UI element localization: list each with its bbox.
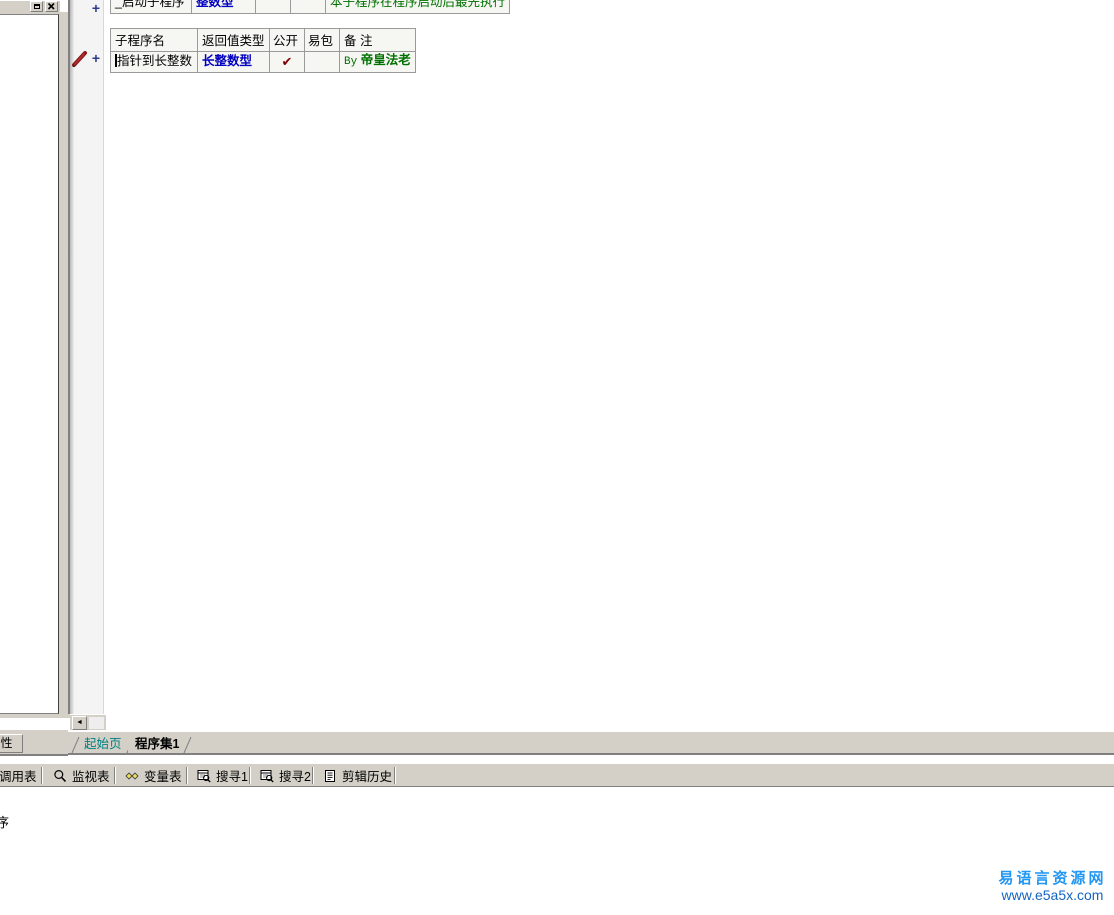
editor-gutter-shadow [70,0,74,714]
cell-sub-name[interactable]: 指针到长整数 [110,51,198,73]
cell-sub-package[interactable] [304,51,340,73]
tab-start-page-label: 起始页 [84,737,122,751]
remark-by-prefix: By [344,56,358,68]
watermark: 易语言资源网 www.e5a5x.com [995,869,1110,904]
tool-separator [186,767,188,784]
tool-tab-clip-history-label: 剪辑历史 [342,770,393,784]
tab-program-set-1-label: 程序集1 [135,737,180,751]
tool-tab-search-1[interactable]: 搜寻1 [190,765,255,786]
cell-startup-remark[interactable]: 本子程序在程序启动后最先执行 [324,0,511,14]
expand-marker-startup[interactable]: + [90,1,102,15]
tool-separator [41,767,43,784]
tool-separator [312,767,314,784]
cell-sub-public[interactable]: ✔ [269,51,305,73]
tool-separator [249,767,251,784]
cell-startup-type[interactable]: 整数型 [191,0,256,14]
tool-tab-variable-table[interactable]: 变量表 [118,765,189,786]
cell-sub-remark[interactable]: By 帝皇法老 [339,51,416,73]
tool-tab-clip-history[interactable]: 剪辑历史 [316,765,399,786]
remark-author: 帝皇法老 [360,53,411,67]
header-return-type: 返回值类型 [197,28,270,52]
clipboard-icon [325,769,335,782]
watermark-site-name: 易语言资源网 [998,869,1107,887]
tab-properties[interactable]: 属性 [0,734,23,753]
expand-marker-sub[interactable]: + [90,51,102,65]
find-window-icon [197,769,211,782]
tab-left-slash-icon [71,736,80,754]
editor-gutter[interactable] [70,0,104,714]
diamonds-icon [125,771,139,780]
scroll-track[interactable] [88,716,105,730]
cell-startup-name[interactable]: _启动子程序 [110,0,192,14]
tab-program-set-1[interactable]: 程序集1 [128,735,192,754]
cell-startup-public[interactable] [255,0,291,14]
editor-bottom-filler [106,714,1114,730]
tool-tab-variable-table-label: 变量表 [144,770,182,784]
maximize-icon [33,3,40,9]
tool-tab-call-table[interactable]: 调用表 [0,765,44,786]
output-pane[interactable] [0,789,1114,915]
tool-tab-search-2[interactable]: 搜寻2 [253,765,318,786]
output-line: 序 [0,815,10,830]
close-button[interactable] [45,1,58,12]
tool-tab-search-2-label: 搜寻2 [279,770,311,784]
magnifier-icon [54,769,67,782]
document-tab-bar-underline [68,753,1114,755]
tool-separator [394,767,396,784]
header-public: 公开 [269,28,305,52]
property-tab-strip-edge [0,754,68,756]
header-package: 易包 [304,28,340,52]
code-editor-surface[interactable] [68,0,1114,714]
header-remark: 备 注 [339,28,416,52]
left-panel-window [0,0,60,730]
tab-right-slash-icon [183,736,192,754]
debug-tool-tab-strip[interactable]: 调用表 监视表 变量表 搜寻1 搜寻2 剪辑历史 [0,763,1114,787]
cell-sub-return-type[interactable]: 长整数型 [197,51,270,73]
tool-tab-watch-table-label: 监视表 [72,770,110,784]
subprogram-table[interactable]: 子程序名 返回值类型 公开 易包 备 注 指针到长整数 长整数型 ✔ By 帝皇… [110,28,416,73]
header-name: 子程序名 [110,28,198,52]
maximize-button[interactable] [30,1,43,12]
left-panel-content[interactable] [0,14,59,714]
tool-tab-watch-table[interactable]: 监视表 [46,765,117,786]
scroll-left-button[interactable]: ◄ [72,716,87,730]
tool-separator [114,767,116,784]
table-row[interactable]: _启动子程序 整数型 本子程序在程序启动后最先执行 [110,0,511,14]
close-icon [47,2,55,10]
cell-startup-package[interactable] [290,0,326,14]
tool-tab-call-table-label: 调用表 [0,770,37,784]
document-tab-bar[interactable]: 起始页 程序集1 [68,731,1114,755]
startup-subprogram-row[interactable]: _启动子程序 整数型 本子程序在程序启动后最先执行 [110,0,511,14]
table-row[interactable]: 指针到长整数 长整数型 ✔ By 帝皇法老 [110,51,416,73]
table-header-row: 子程序名 返回值类型 公开 易包 备 注 [110,28,416,52]
pencil-icon [72,51,87,67]
editor-horizontal-scrollbar[interactable]: ◄ [70,714,106,730]
tool-tab-search-1-label: 搜寻1 [216,770,248,784]
tab-start-page[interactable]: 起始页 [71,735,134,754]
find-window-icon [260,769,274,782]
watermark-url: www.e5a5x.com [1001,887,1104,903]
cell-sub-name-text: 指针到长整数 [117,54,193,68]
